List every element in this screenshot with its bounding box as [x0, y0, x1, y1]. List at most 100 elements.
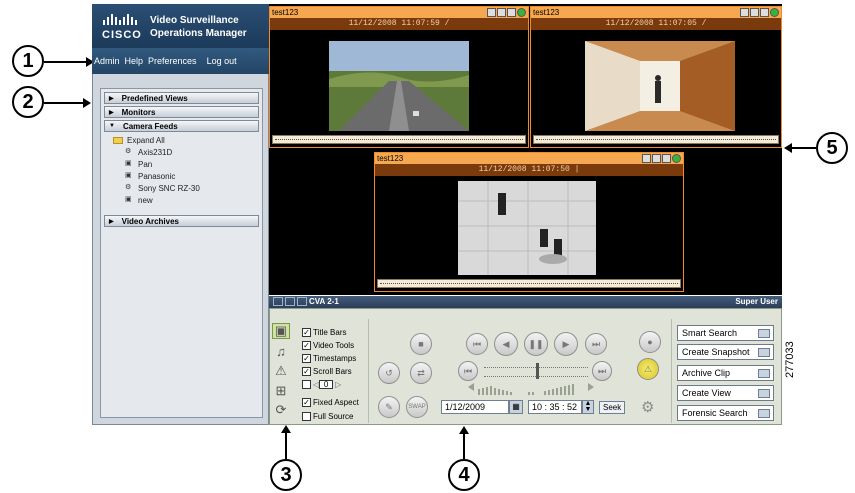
- video-pane-1[interactable]: test123 11/12/2008 11:07:59 /: [269, 6, 529, 148]
- stop-button[interactable]: ■: [410, 333, 432, 355]
- checkbox[interactable]: [302, 411, 311, 421]
- app-title: Video Surveillance Operations Manager: [150, 14, 247, 40]
- alarm-button[interactable]: ⚠: [637, 358, 659, 380]
- callout-2: 2: [12, 86, 44, 118]
- option-full-source[interactable]: Full Source: [302, 410, 353, 422]
- option-video-tools[interactable]: ✓ Video Tools: [302, 339, 354, 351]
- menu-help[interactable]: Help: [125, 56, 144, 66]
- snapshot-icon[interactable]: [740, 8, 749, 17]
- ptz-icon[interactable]: [760, 8, 769, 17]
- microphone-icon[interactable]: ♫: [272, 343, 290, 359]
- menu-preferences[interactable]: Preferences: [148, 56, 197, 66]
- video-pane-2[interactable]: test123 11/12/2008 11:07:05 /: [530, 6, 782, 148]
- swap-button[interactable]: SWAP: [406, 396, 428, 418]
- camera-tool-icon[interactable]: ▣: [272, 323, 290, 339]
- callout-2-line: [44, 102, 84, 104]
- timeline-handle[interactable]: [536, 363, 539, 379]
- option-fixed-aspect[interactable]: ✓ Fixed Aspect: [302, 396, 359, 408]
- pane-scrubber[interactable]: [272, 135, 526, 144]
- grid-icon: [758, 388, 770, 398]
- menu-admin[interactable]: Admin: [94, 56, 120, 66]
- pane-scrubber[interactable]: [533, 135, 779, 144]
- checkbox[interactable]: ✓: [302, 340, 311, 350]
- expand-all[interactable]: Expand All: [113, 134, 262, 146]
- camera-item[interactable]: ▣ new: [113, 194, 262, 206]
- camera-item[interactable]: ▣ Panasonic: [113, 170, 262, 182]
- time-input[interactable]: 10 : 35 : 52: [528, 400, 582, 414]
- checkbox[interactable]: [302, 379, 311, 389]
- forensic-search-button[interactable]: Forensic Search: [677, 405, 774, 421]
- date-input[interactable]: 1/12/2009: [441, 400, 509, 414]
- increase-icon[interactable]: ▷: [335, 380, 341, 389]
- spinner-input[interactable]: 0: [319, 379, 334, 389]
- callout-2-arrowhead: [83, 98, 91, 108]
- speed-control[interactable]: [468, 383, 594, 397]
- divider: [368, 319, 369, 423]
- plus-icon[interactable]: ⊞: [272, 383, 290, 399]
- loop-button[interactable]: ⇄: [410, 362, 432, 384]
- camera-item[interactable]: ⚙ Axis231D: [113, 146, 262, 158]
- checkbox[interactable]: ✓: [302, 397, 311, 407]
- alert-icon[interactable]: ⚠: [272, 363, 290, 379]
- smart-search-button[interactable]: Smart Search: [677, 325, 774, 341]
- pane-timestamp: 11/12/2008 11:07:59 /: [270, 18, 528, 30]
- pane-scrubber[interactable]: [377, 279, 681, 288]
- option-scroll-bars[interactable]: ✓ Scroll Bars: [302, 365, 352, 377]
- ptz-icon[interactable]: [662, 154, 671, 163]
- figure-number: 277033: [784, 341, 796, 378]
- snapshot-icon[interactable]: [642, 154, 651, 163]
- status-icon: [672, 154, 681, 163]
- snapshot-icon[interactable]: [487, 8, 496, 17]
- pause-button[interactable]: ❚❚: [524, 332, 548, 356]
- edit-button[interactable]: ✎: [378, 396, 400, 418]
- record-button[interactable]: ●: [639, 331, 661, 353]
- camera-icon: [758, 347, 770, 357]
- section-monitors[interactable]: ▶ Monitors: [104, 106, 259, 118]
- zoom-icon[interactable]: [750, 8, 759, 17]
- skip-forward-button[interactable]: ⏭: [585, 333, 607, 355]
- callout-3-arrowhead: [281, 425, 291, 433]
- play-button[interactable]: ▶: [554, 332, 578, 356]
- checkbox[interactable]: ✓: [302, 366, 311, 376]
- section-camera-feeds[interactable]: ▼ Camera Feeds: [104, 120, 259, 132]
- skip-back-button[interactable]: ⏮: [466, 333, 488, 355]
- checkbox[interactable]: ✓: [302, 353, 311, 363]
- create-snapshot-button[interactable]: Create Snapshot: [677, 344, 774, 360]
- app-header: CISCO Video Surveillance Operations Mana…: [92, 4, 269, 48]
- section-video-archives[interactable]: ▶ Video Archives: [104, 215, 259, 227]
- archive-clip-button[interactable]: Archive Clip: [677, 365, 774, 381]
- app-title-line2: Operations Manager: [150, 28, 247, 39]
- pane-timestamp: 11/12/2008 11:07:05 /: [531, 18, 781, 30]
- collapsed-arrow-icon: ▶: [109, 95, 114, 102]
- control-title-bar: CVA 2-1 Super User: [269, 296, 782, 308]
- calendar-icon[interactable]: ▦: [509, 400, 523, 414]
- layout-icons[interactable]: [273, 297, 307, 306]
- rewind-button[interactable]: ◀: [494, 332, 518, 356]
- expanded-arrow-icon: ▼: [109, 123, 115, 129]
- refresh-icon[interactable]: ⟳: [272, 402, 290, 418]
- menu-logout[interactable]: Log out: [207, 56, 237, 66]
- ptz-camera-icon: ⚙: [125, 184, 132, 191]
- time-stepper-icon[interactable]: ▲ ▼: [582, 400, 594, 414]
- callout-4: 4: [448, 459, 480, 491]
- camera-item[interactable]: ⚙ Sony SNC RZ-30: [113, 182, 262, 194]
- create-view-button[interactable]: Create View: [677, 385, 774, 401]
- zoom-icon[interactable]: [497, 8, 506, 17]
- checkbox[interactable]: ✓: [302, 327, 311, 337]
- forensic-search-icon: [758, 408, 770, 418]
- seek-button[interactable]: Seek: [599, 401, 626, 414]
- pane-title: test123: [375, 153, 683, 164]
- user-role: Super User: [735, 297, 778, 306]
- ptz-icon[interactable]: [507, 8, 516, 17]
- option-timestamps[interactable]: ✓ Timestamps: [302, 352, 356, 364]
- option-title-bars[interactable]: ✓ Title Bars: [302, 326, 347, 338]
- smart-search-icon: [758, 328, 770, 338]
- settings-gear-icon[interactable]: ⚙: [641, 398, 654, 416]
- section-predefined-views[interactable]: ▶ Predefined Views: [104, 92, 259, 104]
- jump-back-button[interactable]: ⏮: [458, 361, 478, 381]
- camera-item[interactable]: ▣ Pan: [113, 158, 262, 170]
- zoom-icon[interactable]: [652, 154, 661, 163]
- jump-forward-button[interactable]: ⏭: [592, 361, 612, 381]
- video-pane-3[interactable]: test123 11/12/2008 11:07:50 |: [374, 152, 684, 292]
- ptz-left-button[interactable]: ↺: [378, 362, 400, 384]
